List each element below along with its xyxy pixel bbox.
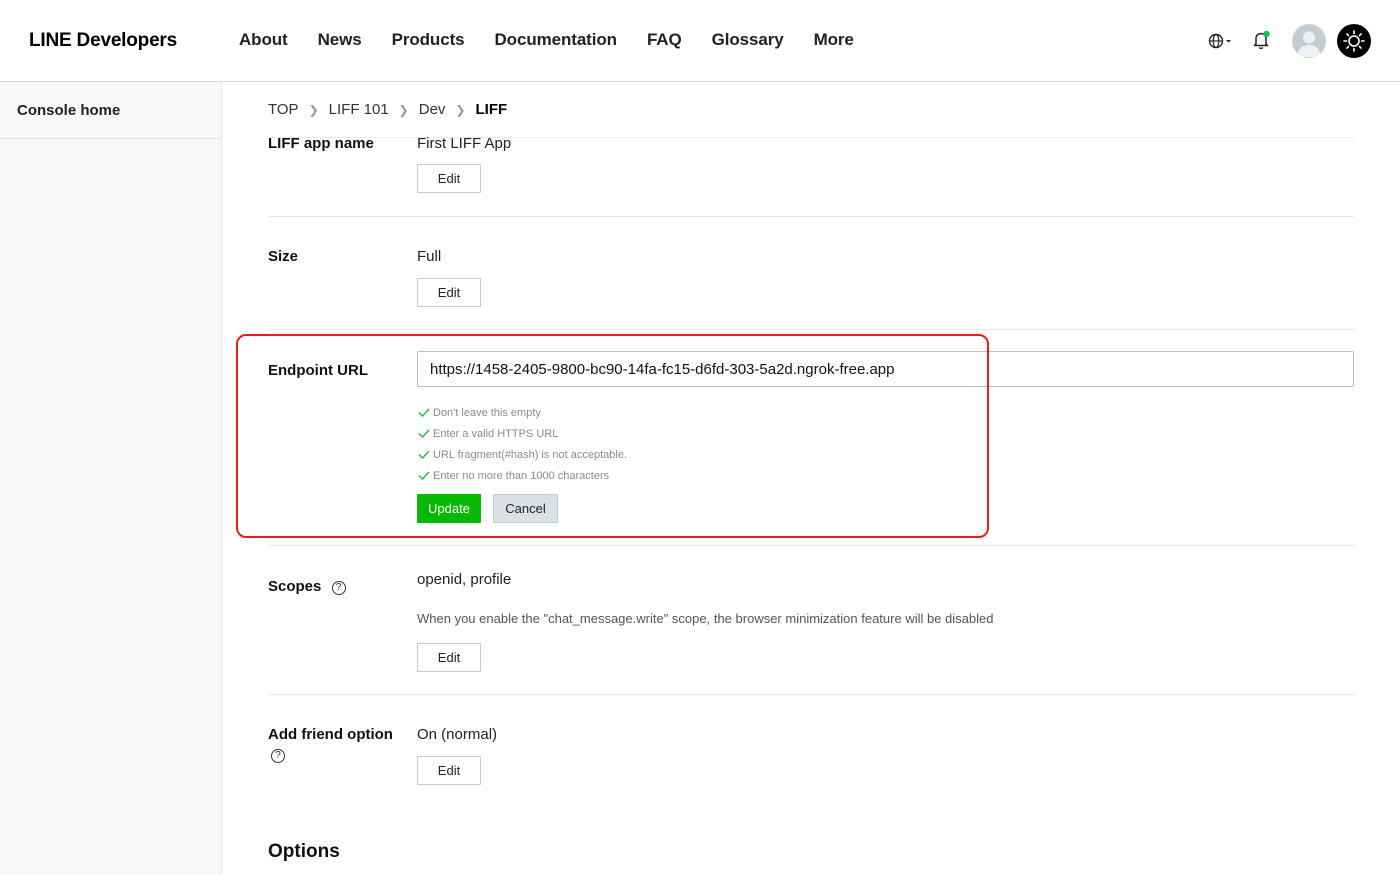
nav-news[interactable]: News — [318, 30, 362, 50]
help-icon[interactable]: ? — [271, 749, 285, 763]
breadcrumb: TOP ❯ LIFF 101 ❯ Dev ❯ LIFF — [268, 101, 507, 118]
sidebar-item-console-home[interactable]: Console home — [0, 82, 221, 139]
chevron-right-icon: ❯ — [455, 102, 466, 117]
check-icon — [418, 408, 430, 417]
edit-app-name-button[interactable]: Edit — [417, 164, 481, 193]
help-icon[interactable]: ? — [331, 581, 346, 595]
validation-text: Enter a valid HTTPS URL — [433, 427, 559, 440]
check-icon — [418, 450, 430, 459]
section-divider — [268, 694, 1354, 695]
nav-more[interactable]: More — [814, 30, 854, 50]
edit-size-button[interactable]: Edit — [417, 278, 481, 307]
globe-icon[interactable] — [1207, 31, 1235, 51]
edit-add-friend-button[interactable]: Edit — [417, 756, 481, 785]
nav-documentation[interactable]: Documentation — [495, 30, 618, 50]
breadcrumb-channel[interactable]: Dev — [419, 101, 446, 118]
app-name-label: LIFF app name — [268, 135, 374, 152]
sidebar: Console home — [0, 82, 222, 875]
section-divider — [268, 329, 1354, 330]
add-friend-label: Add friend option — [268, 726, 393, 743]
size-value: Full — [417, 248, 442, 265]
validation-text: URL fragment(#hash) is not acceptable. — [433, 448, 628, 461]
scopes-label: Scopes ? — [268, 578, 346, 595]
nav-products[interactable]: Products — [392, 30, 465, 50]
app-name-value: First LIFF App — [417, 135, 512, 152]
user-avatar-icon[interactable] — [1292, 24, 1326, 58]
breadcrumb-top[interactable]: TOP — [268, 101, 299, 118]
top-header: LINE Developers About News Products Docu… — [0, 0, 1400, 82]
scopes-value: openid, profile — [417, 571, 512, 588]
validation-item: URL fragment(#hash) is not acceptable. — [418, 444, 627, 465]
chevron-right-icon: ❯ — [398, 102, 409, 117]
breadcrumb-current: LIFF — [475, 101, 508, 118]
section-divider — [268, 545, 1354, 546]
scopes-label-text: Scopes — [268, 578, 322, 595]
sun-icon[interactable] — [1337, 24, 1371, 58]
line-developers-logo[interactable]: LINE Developers — [29, 30, 177, 52]
validation-text: Enter no more than 1000 characters — [433, 469, 610, 482]
nav-glossary[interactable]: Glossary — [712, 30, 784, 50]
edit-scopes-button[interactable]: Edit — [417, 643, 481, 672]
nav-faq[interactable]: FAQ — [647, 30, 682, 50]
validation-item: Enter a valid HTTPS URL — [418, 423, 627, 444]
bell-icon[interactable] — [1252, 29, 1272, 51]
validation-list: Don't leave this empty Enter a valid HTT… — [418, 402, 627, 486]
check-icon — [418, 471, 430, 480]
check-icon — [418, 429, 430, 438]
nav-about[interactable]: About — [239, 30, 288, 50]
validation-item: Don't leave this empty — [418, 402, 627, 423]
main-nav: About News Products Documentation FAQ Gl… — [239, 30, 854, 50]
chevron-right-icon: ❯ — [308, 102, 319, 117]
breadcrumb-provider[interactable]: LIFF 101 — [329, 101, 389, 118]
validation-text: Don't leave this empty — [433, 406, 541, 419]
scopes-note: When you enable the "chat_message.write"… — [417, 611, 994, 626]
endpoint-url-input[interactable] — [417, 351, 1354, 387]
endpoint-url-label: Endpoint URL — [268, 362, 368, 379]
validation-item: Enter no more than 1000 characters — [418, 465, 627, 486]
add-friend-value: On (normal) — [417, 726, 498, 743]
cancel-button[interactable]: Cancel — [493, 494, 558, 523]
options-section-title: Options — [268, 841, 340, 862]
size-label: Size — [268, 248, 299, 265]
update-button[interactable]: Update — [417, 494, 481, 523]
section-divider — [268, 216, 1354, 217]
